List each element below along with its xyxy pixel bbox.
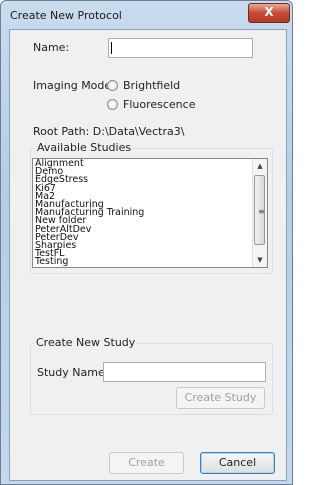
close-button[interactable]: X: [248, 3, 290, 23]
fluorescence-radio[interactable]: [107, 99, 118, 110]
fluorescence-label[interactable]: Fluorescence: [123, 98, 195, 111]
studies-listbox[interactable]: Alignment Demo EdgeStress Ki67 Ma2 Manufactur…: [32, 158, 268, 268]
study-name-input[interactable]: [103, 362, 266, 382]
studies-scrollbar[interactable]: ▲ ≡ ▼: [252, 159, 267, 267]
root-path-label: Root Path: D:\Data\Vectra3\: [33, 125, 185, 138]
title-bar[interactable]: Create New Protocol X: [2, 1, 291, 29]
list-item[interactable]: Sharpies: [35, 241, 259, 251]
window-title: Create New Protocol: [10, 9, 122, 22]
brightfield-radio[interactable]: [107, 80, 118, 91]
list-item[interactable]: EdgeStress: [35, 175, 259, 185]
create-study-button[interactable]: Create Study: [176, 387, 265, 409]
scroll-up-arrow-icon[interactable]: ▲: [256, 162, 264, 170]
study-name-label: Study Name:: [37, 366, 109, 379]
studies-list: Alignment Demo EdgeStress Ki67 Ma2 Manufactur…: [35, 159, 259, 267]
name-input[interactable]: [108, 38, 253, 58]
imaging-mode-label: Imaging Mode:: [33, 79, 115, 92]
create-button[interactable]: Create: [109, 452, 184, 474]
create-new-study-title: Create New Study: [34, 336, 138, 349]
cancel-button[interactable]: Cancel: [200, 452, 275, 474]
scroll-thumb[interactable]: ≡: [254, 175, 265, 245]
scroll-down-arrow-icon[interactable]: ▼: [256, 256, 264, 264]
list-item[interactable]: Alignment: [35, 159, 259, 168]
close-icon: X: [264, 5, 274, 19]
name-label: Name:: [33, 41, 70, 54]
text-caret: [111, 42, 112, 54]
brightfield-label[interactable]: Brightfield: [123, 79, 180, 92]
available-studies-title: Available Studies: [35, 141, 134, 154]
grip-icon: ≡: [258, 207, 265, 216]
list-item[interactable]: TestFL: [35, 249, 259, 259]
list-item[interactable]: Ki67: [35, 183, 259, 193]
list-item[interactable]: Testing: [35, 257, 259, 267]
